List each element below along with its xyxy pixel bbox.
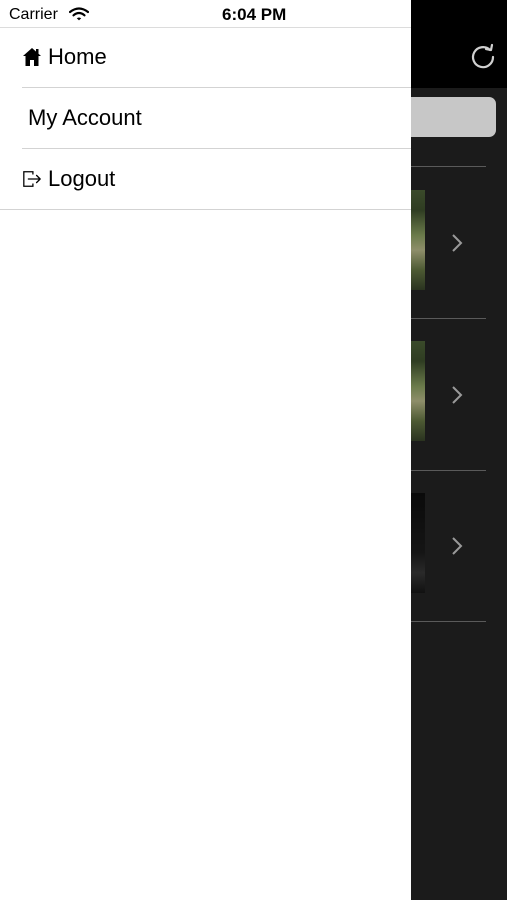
menu-divider <box>0 209 411 210</box>
status-time: 6:04 PM <box>222 5 287 24</box>
home-icon <box>23 48 41 66</box>
chevron-right-icon[interactable] <box>449 383 465 407</box>
list-divider <box>400 621 486 622</box>
menu-item-label: Logout <box>48 166 116 191</box>
chevron-right-icon[interactable] <box>449 534 465 558</box>
side-drawer: Carrier 6:04 PM Home My Account Logout <box>0 0 411 900</box>
chevron-right-icon[interactable] <box>449 231 465 255</box>
menu-item-logout[interactable]: Logout <box>0 149 411 209</box>
menu-item-label: My Account <box>28 105 142 130</box>
menu-item-home[interactable]: Home <box>0 27 411 87</box>
refresh-icon[interactable] <box>468 41 498 71</box>
drawer-menu: Home My Account Logout <box>0 27 411 210</box>
list-divider <box>400 166 486 167</box>
logout-icon <box>23 171 41 187</box>
menu-item-label: Home <box>48 44 107 69</box>
list-divider <box>400 470 486 471</box>
menu-item-my-account[interactable]: My Account <box>0 88 411 148</box>
wifi-icon <box>69 7 89 21</box>
status-bar: Carrier 6:04 PM <box>0 0 411 28</box>
carrier-label: Carrier <box>9 6 58 23</box>
list-divider <box>400 318 486 319</box>
